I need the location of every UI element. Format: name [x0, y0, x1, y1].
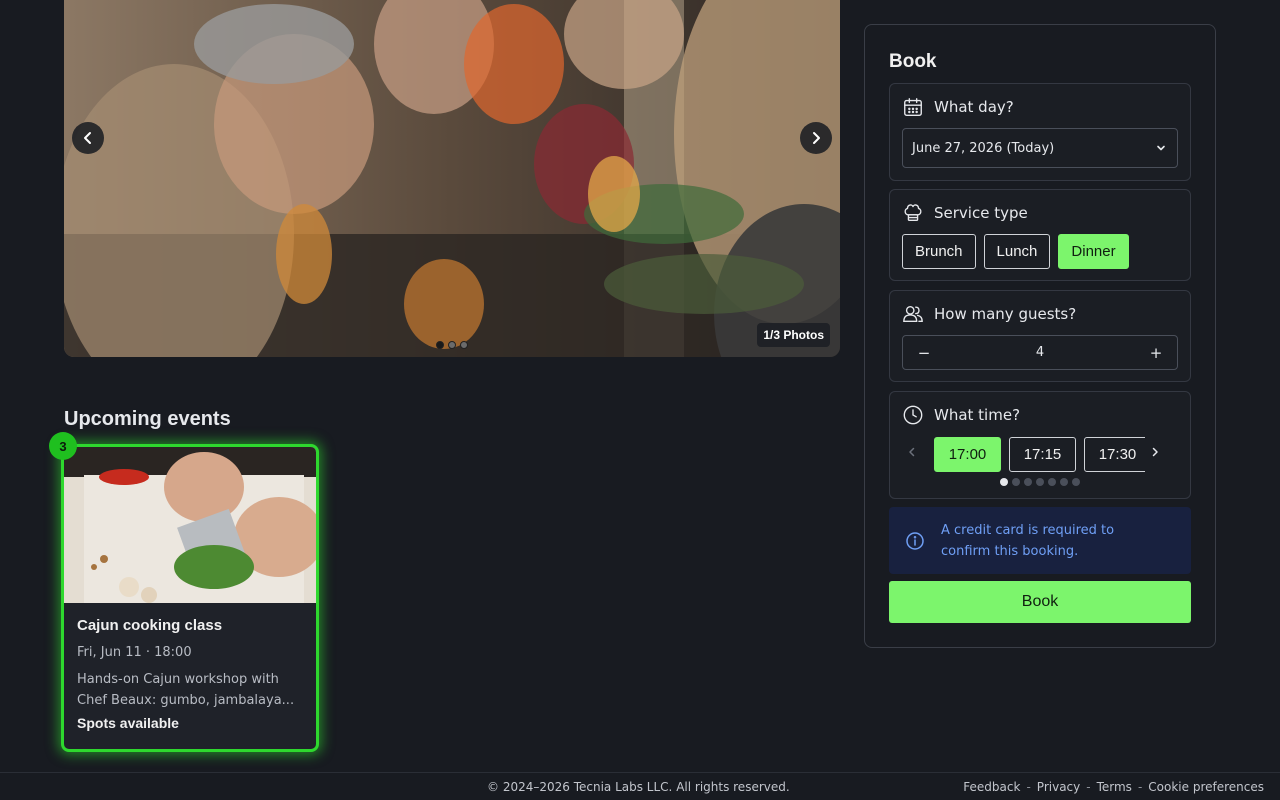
footer: © 2024–2026 Tecnia Labs LLC. All rights …	[0, 772, 1280, 800]
credit-card-notice: A credit card is required to confirm thi…	[889, 507, 1191, 574]
time-label: What time?	[934, 406, 1021, 424]
carousel-dots	[436, 341, 468, 349]
photo-count: 1/3 Photos	[757, 323, 830, 347]
chef-hat-icon	[904, 204, 922, 222]
chevron-left-icon	[84, 132, 91, 144]
date-select-value: June 27, 2026 (Today)	[912, 140, 1055, 156]
time-page-dot[interactable]	[1060, 478, 1068, 486]
calendar-icon	[904, 98, 922, 116]
guests-label: How many guests?	[934, 305, 1077, 323]
time-slot-row: 17:00 17:15 17:30	[902, 436, 1178, 472]
time-page-dot[interactable]	[1036, 478, 1044, 486]
users-icon	[903, 305, 923, 323]
privacy-link[interactable]: Privacy	[1037, 780, 1080, 794]
time-page-dot[interactable]	[1012, 478, 1020, 486]
cooking-class-image	[64, 447, 316, 603]
time-slot[interactable]: 17:00	[934, 436, 1001, 472]
increment-guests-button[interactable]: +	[1149, 344, 1163, 362]
time-next-button[interactable]	[1145, 446, 1165, 462]
guest-stepper: − 4 +	[902, 335, 1178, 370]
carousel-next-button[interactable]	[800, 122, 832, 154]
time-page-dot[interactable]	[1024, 478, 1032, 486]
events-heading: Upcoming events	[64, 408, 231, 430]
service-options: Brunch Lunch Dinner	[902, 234, 1129, 269]
service-section: Service type Brunch Lunch Dinner	[889, 189, 1191, 281]
book-button[interactable]: Book	[889, 581, 1191, 623]
time-section: What time? 17:00 17:15 17:30	[889, 391, 1191, 499]
booking-title: Book	[889, 51, 937, 72]
time-page-dot[interactable]	[1000, 478, 1008, 486]
chevron-left-icon	[909, 447, 915, 457]
events-count-badge: 3	[49, 432, 77, 460]
service-lunch-button[interactable]: Lunch	[983, 234, 1051, 269]
guests-section: How many guests? − 4 +	[889, 290, 1191, 382]
chevron-down-icon	[1157, 145, 1165, 151]
carousel-prev-button[interactable]	[72, 122, 104, 154]
event-description: Hands-on Cajun workshop with Chef Beaux:…	[77, 672, 295, 708]
event-title: Cajun cooking class	[77, 617, 223, 634]
time-page-dot[interactable]	[1072, 478, 1080, 486]
time-slot[interactable]: 17:30	[1084, 436, 1145, 472]
event-availability: Spots available	[77, 715, 179, 731]
service-label: Service type	[934, 204, 1028, 222]
carousel-dot[interactable]	[460, 341, 468, 349]
terms-link[interactable]: Terms	[1097, 780, 1132, 794]
event-card[interactable]: Cajun cooking class Fri, Jun 11 · 18:00 …	[61, 444, 319, 752]
service-brunch-button[interactable]: Brunch	[902, 234, 976, 269]
event-date: Fri, Jun 11 · 18:00	[77, 645, 192, 660]
footer-separator: -	[1137, 780, 1143, 794]
time-page-dots	[1000, 478, 1080, 486]
feedback-link[interactable]: Feedback	[963, 780, 1020, 794]
time-prev-button[interactable]	[902, 446, 922, 462]
cookie-preferences-link[interactable]: Cookie preferences	[1148, 780, 1264, 794]
chevron-right-icon	[813, 132, 820, 144]
notice-text: A credit card is required to confirm thi…	[941, 522, 1115, 559]
copyright-text: © 2024–2026 Tecnia Labs LLC. All rights …	[487, 780, 790, 794]
time-slots: 17:00 17:15 17:30	[934, 436, 1145, 472]
carousel-dot[interactable]	[448, 341, 456, 349]
restaurant-photo	[64, 0, 840, 357]
footer-links: Feedback - Privacy - Terms - Cookie pref…	[963, 780, 1264, 794]
decrement-guests-button[interactable]: −	[917, 344, 931, 362]
footer-separator: -	[1086, 780, 1091, 794]
date-select[interactable]: June 27, 2026 (Today)	[902, 128, 1178, 168]
booking-panel: Book What day? June 27, 2026 (Today) Ser…	[864, 24, 1216, 648]
day-section: What day? June 27, 2026 (Today)	[889, 83, 1191, 181]
day-label: What day?	[934, 98, 1014, 116]
chevron-right-icon	[1152, 447, 1158, 457]
carousel-dot[interactable]	[436, 341, 444, 349]
info-icon	[906, 531, 924, 550]
service-dinner-button[interactable]: Dinner	[1058, 234, 1129, 269]
photo-carousel[interactable]: 1/3 Photos	[64, 0, 840, 357]
footer-separator: -	[1026, 780, 1031, 794]
time-page-dot[interactable]	[1048, 478, 1056, 486]
time-slot[interactable]: 17:15	[1009, 436, 1076, 472]
guest-count: 4	[1035, 345, 1045, 360]
clock-icon	[903, 405, 923, 425]
